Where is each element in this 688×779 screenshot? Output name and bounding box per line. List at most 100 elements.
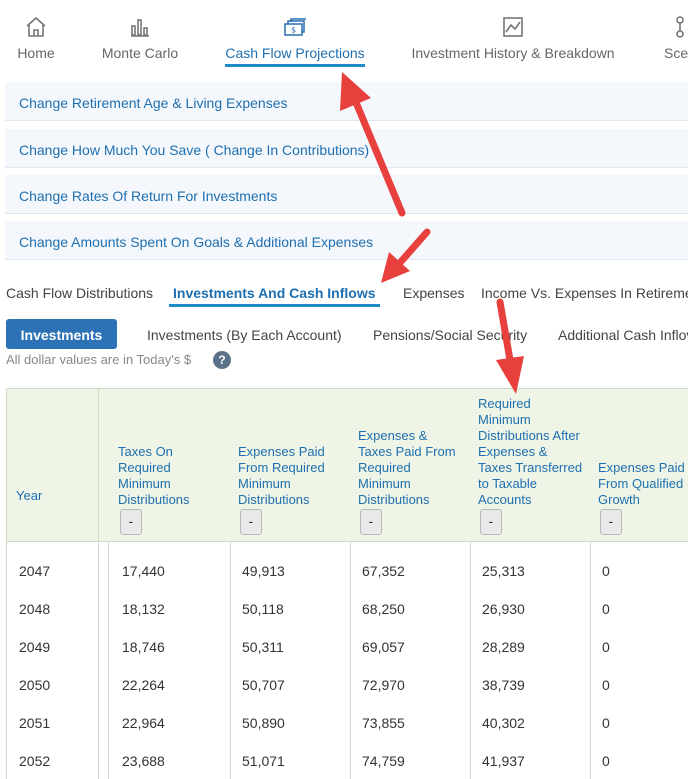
value-cell: 72,970: [362, 677, 405, 693]
bar-chart-icon: [131, 19, 149, 37]
value-cell: 17,440: [122, 563, 165, 579]
header-line: Minimum: [238, 476, 291, 491]
cash-icon: $: [284, 18, 306, 36]
svg-text:$: $: [291, 26, 296, 35]
header-line: to Taxable: [478, 476, 538, 491]
value-cell: 22,964: [122, 715, 165, 731]
header-line: Expenses Paid: [598, 460, 685, 475]
header-line: Distributions: [358, 492, 430, 507]
value-cell: 69,057: [362, 639, 405, 655]
header-line: Taxes On: [118, 444, 173, 459]
value-cell: 0: [602, 677, 610, 693]
column-header-rmd-transferred: Required Minimum Distributions After Exp…: [478, 396, 582, 508]
value-cell: 50,118: [242, 601, 284, 617]
value-cell: 73,855: [362, 715, 405, 731]
pill-additional-cash-inflows[interactable]: Additional Cash Inflov: [558, 319, 688, 349]
header-line: Minimum: [118, 476, 171, 491]
nav-scenarios-label: Scen: [664, 45, 688, 61]
value-cell: 22,264: [122, 677, 165, 693]
collapse-button[interactable]: -: [360, 509, 382, 535]
header-line: Required: [478, 396, 531, 411]
header-line: Distributions After: [478, 428, 580, 443]
value-cell: 0: [602, 639, 610, 655]
value-cell: 50,707: [242, 677, 285, 693]
column-header-taxes-rmd: Taxes On Required Minimum Distributions: [118, 444, 190, 508]
header-line: Minimum: [478, 412, 531, 427]
tab-cash-flow-distributions-label: Cash Flow Distributions: [6, 285, 154, 301]
header-line: Distributions: [238, 492, 310, 507]
table-row: 2047 17,440 49,913 67,352 25,313 0: [7, 550, 688, 588]
pill-pensions-social-security[interactable]: Pensions/Social Security: [373, 319, 527, 349]
pill-investments-by-account[interactable]: Investments (By Each Account): [147, 319, 342, 349]
dollar-values-note: All dollar values are in Today's $: [6, 352, 192, 367]
value-cell: 51,071: [242, 753, 285, 769]
header-line: Minimum: [358, 476, 411, 491]
nav-home[interactable]: Home: [16, 0, 56, 78]
value-cell: 49,913: [242, 563, 285, 579]
header-line: Required: [358, 460, 411, 475]
pill-investments[interactable]: Investments: [6, 319, 117, 349]
header-line: Taxes Paid From: [358, 444, 456, 459]
tab-investments-and-cash-inflows[interactable]: Investments And Cash Inflows: [169, 285, 380, 307]
help-icon[interactable]: ?: [213, 351, 231, 369]
accordion-goals-expenses[interactable]: Change Amounts Spent On Goals & Addition…: [5, 221, 688, 260]
column-header-expenses-paid-rmd: Expenses Paid From Required Minimum Dist…: [238, 444, 325, 508]
tab-cash-flow-distributions[interactable]: Cash Flow Distributions: [6, 285, 153, 301]
nav-scenarios[interactable]: Scen: [660, 0, 688, 78]
tab-income-vs-expenses-label: Income Vs. Expenses In Retireme: [481, 285, 688, 301]
collapse-button[interactable]: -: [600, 509, 622, 535]
collapse-button[interactable]: -: [480, 509, 502, 535]
value-cell: 50,890: [242, 715, 285, 731]
value-cell: 28,289: [482, 639, 525, 655]
table-row: 2049 18,746 50,311 69,057 28,289 0: [7, 626, 688, 664]
column-header-expenses-taxes-rmd: Expenses & Taxes Paid From Required Mini…: [358, 428, 456, 508]
header-line: Required: [118, 460, 171, 475]
header-line: Expenses Paid: [238, 444, 325, 459]
accordion-contributions[interactable]: Change How Much You Save ( Change In Con…: [5, 129, 688, 168]
header-line: Accounts: [478, 492, 532, 507]
header-line: From Required: [238, 460, 325, 475]
year-cell: 2048: [19, 601, 51, 617]
table-row: 2048 18,132 50,118 68,250 26,930 0: [7, 588, 688, 626]
value-cell: 25,313: [482, 563, 525, 579]
value-cell: 0: [602, 753, 610, 769]
active-tab-underline: [225, 64, 365, 67]
value-cell: 74,759: [362, 753, 405, 769]
scenario-icon: [676, 16, 684, 38]
line-chart-icon: [503, 17, 523, 37]
tab-investments-and-cash-inflows-label: Investments And Cash Inflows: [173, 285, 376, 301]
header-line: Distributions: [118, 492, 190, 507]
header-divider: [98, 389, 99, 542]
value-cell: 18,132: [122, 601, 165, 617]
value-cell: 41,937: [482, 753, 525, 769]
value-cell: 38,739: [482, 677, 525, 693]
tab-income-vs-expenses[interactable]: Income Vs. Expenses In Retireme: [481, 285, 688, 301]
accordion-retirement-age[interactable]: Change Retirement Age & Living Expenses: [5, 82, 688, 121]
table-body: 2047 17,440 49,913 67,352 25,313 0 2048 …: [6, 542, 688, 779]
nav-home-label: Home: [17, 45, 55, 61]
nav-monte-carlo[interactable]: Monte Carlo: [100, 0, 180, 78]
table-row: 2050 22,264 50,707 72,970 38,739 0: [7, 664, 688, 702]
value-cell: 0: [602, 563, 610, 579]
active-subtab-underline: [169, 304, 380, 307]
year-cell: 2052: [19, 753, 51, 769]
year-cell: 2051: [19, 715, 51, 731]
tab-expenses[interactable]: Expenses: [403, 285, 464, 301]
value-cell: 68,250: [362, 601, 405, 617]
nav-investment-history[interactable]: Investment History & Breakdown: [410, 0, 616, 78]
header-line: Expenses &: [478, 444, 548, 459]
column-header-qualified-growth: Expenses Paid From Qualified Growth: [598, 460, 685, 508]
year-cell: 2049: [19, 639, 51, 655]
collapse-button[interactable]: -: [240, 509, 262, 535]
value-cell: 67,352: [362, 563, 405, 579]
table-row: 2052 23,688 51,071 74,759 41,937 0: [7, 740, 688, 778]
table-header: Year Taxes On Required Minimum Distribut…: [6, 388, 688, 542]
year-cell: 2047: [19, 563, 51, 579]
accordion-rates-of-return[interactable]: Change Rates Of Return For Investments: [5, 175, 688, 214]
collapse-button[interactable]: -: [120, 509, 142, 535]
nav-cash-flow-projections[interactable]: $ Cash Flow Projections: [225, 0, 365, 78]
year-column-header: Year: [16, 488, 43, 503]
value-cell: 0: [602, 601, 610, 617]
value-cell: 18,746: [122, 639, 165, 655]
value-cell: 40,302: [482, 715, 525, 731]
